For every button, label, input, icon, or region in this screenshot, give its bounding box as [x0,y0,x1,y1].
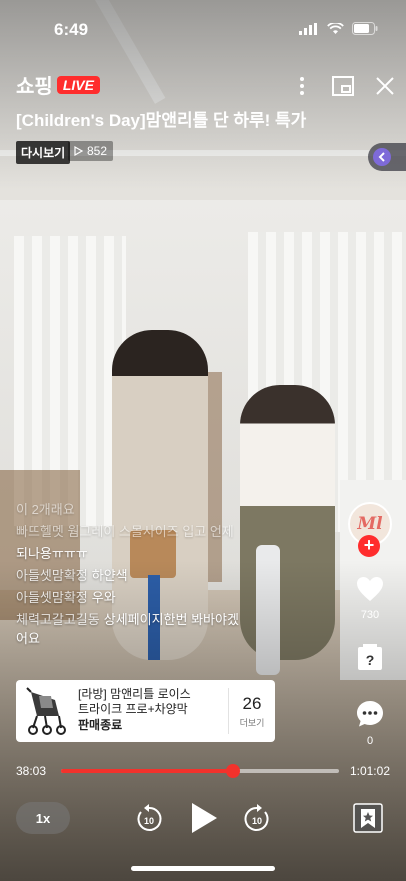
chat-text: 상세페이지한번 봐바야겠 [103,612,239,627]
heart-icon [357,577,383,601]
stroller-icon [26,687,66,735]
live-badge: LIVE [56,75,100,94]
chat-message: 어요 [16,629,316,648]
product-more-label: 더보기 [239,718,265,728]
chat-bubble-icon [357,701,383,727]
rewind-10-icon: 10 [137,804,162,831]
like-button[interactable]: 730 [350,576,390,621]
bookmark-star-icon [353,803,383,833]
chat-username: 체력고갈고길동 [16,612,100,627]
rewind-button[interactable]: 10 [134,802,164,834]
seek-bar[interactable] [61,764,339,778]
chat-message: 아들셋맘확정 하얀색 [16,566,316,585]
svg-text:?: ? [366,652,375,668]
forward-button[interactable]: 10 [242,802,272,834]
brand: 쇼핑 LIVE [16,70,100,99]
video-frame[interactable] [0,0,406,881]
avatar-text: Ml [357,514,383,534]
playback-speed-button[interactable]: 1x [16,802,70,834]
picture-in-picture-icon [332,76,354,96]
product-thumbnail [16,680,74,742]
status-bar: 6:49 [0,0,406,56]
chat-message: 빠뜨헬멧 웜그레이 스몰사이즈 입고 언제 [16,522,316,541]
broadcast-title: [Children's Day]맘앤리틀 단 하루! 특가 [16,111,307,130]
playback-speed-label: 1x [35,810,51,826]
view-count-value: 852 [87,144,108,158]
product-info: [라방] 맘앤리틀 로이스 트라이크 프로+차양막 판매종료 [74,680,228,742]
replay-badge: 다시보기 [16,141,71,164]
forward-10-icon: 10 [244,804,269,831]
chat-message: 아들셋맘확정 우와 [16,588,316,607]
cellular-signal-icon [299,22,317,35]
chat-text: 이 2개래요 [16,502,75,517]
home-indicator [131,866,275,871]
product-card[interactable]: [라방] 맘앤리틀 로이스 트라이크 프로+차양막 판매종료 26 더보기 [16,680,275,742]
chat-message: 이 2개래요 [16,500,316,519]
play-outline-icon [74,146,83,156]
current-time: 38:03 [16,764,47,778]
more-vertical-icon [300,77,304,95]
like-count: 730 [360,609,380,621]
side-panel-toggle[interactable] [368,143,406,171]
more-options-button[interactable] [290,74,314,98]
chat-username: 아들셋맘확정 [16,568,88,583]
status-time: 6:49 [54,20,89,39]
pip-button[interactable] [331,74,355,98]
wifi-icon [327,22,344,34]
product-name-line2: 트라이크 프로+차양막 [78,702,188,716]
view-count: 852 [68,141,114,161]
chat-username: 아들셋맘확정 [16,590,88,605]
follow-button[interactable]: + [358,535,380,557]
chat-message: 체력고갈고길동 상세페이지한번 봐바야겠 [16,610,316,629]
info-button[interactable]: ? [350,643,390,676]
chat-message: 되나용ㅠㅠㅠ [16,544,316,563]
chat-text: 우와 [91,590,116,605]
close-button[interactable] [373,74,397,98]
product-count: 26 [242,694,262,713]
chat-text: 어요 [16,631,40,646]
product-status: 판매종료 [78,718,123,732]
chat-list: 이 2개래요 빠뜨헬멧 웜그레이 스몰사이즈 입고 언제 되나용ㅠㅠㅠ 아들셋맘… [16,500,316,651]
play-button[interactable] [189,802,219,834]
question-card-icon: ? [358,644,382,670]
total-time: 1:01:02 [349,764,390,778]
forward-seconds: 10 [252,816,262,826]
chat-text: 하얀색 [91,568,128,583]
status-icons [299,22,378,35]
bookmark-button[interactable] [352,802,384,834]
seek-bar-fill [61,769,234,773]
chat-text: 빠뜨헬멧 웜그레이 스몰사이즈 입고 언제 [16,524,234,539]
brand-name: 쇼핑 [16,76,53,98]
chevron-left-icon [373,148,391,166]
chat-text: 되나용ㅠㅠㅠ [16,546,88,561]
close-icon [376,77,394,95]
comment-count: 0 [366,735,374,747]
play-icon [192,803,217,833]
rewind-seconds: 10 [144,816,154,826]
product-more-button[interactable]: 26 더보기 [228,688,275,734]
product-name-line1: [라방] 맘앤리틀 로이스 [78,687,191,701]
comment-button[interactable]: 0 [350,700,390,747]
battery-icon [352,22,378,35]
